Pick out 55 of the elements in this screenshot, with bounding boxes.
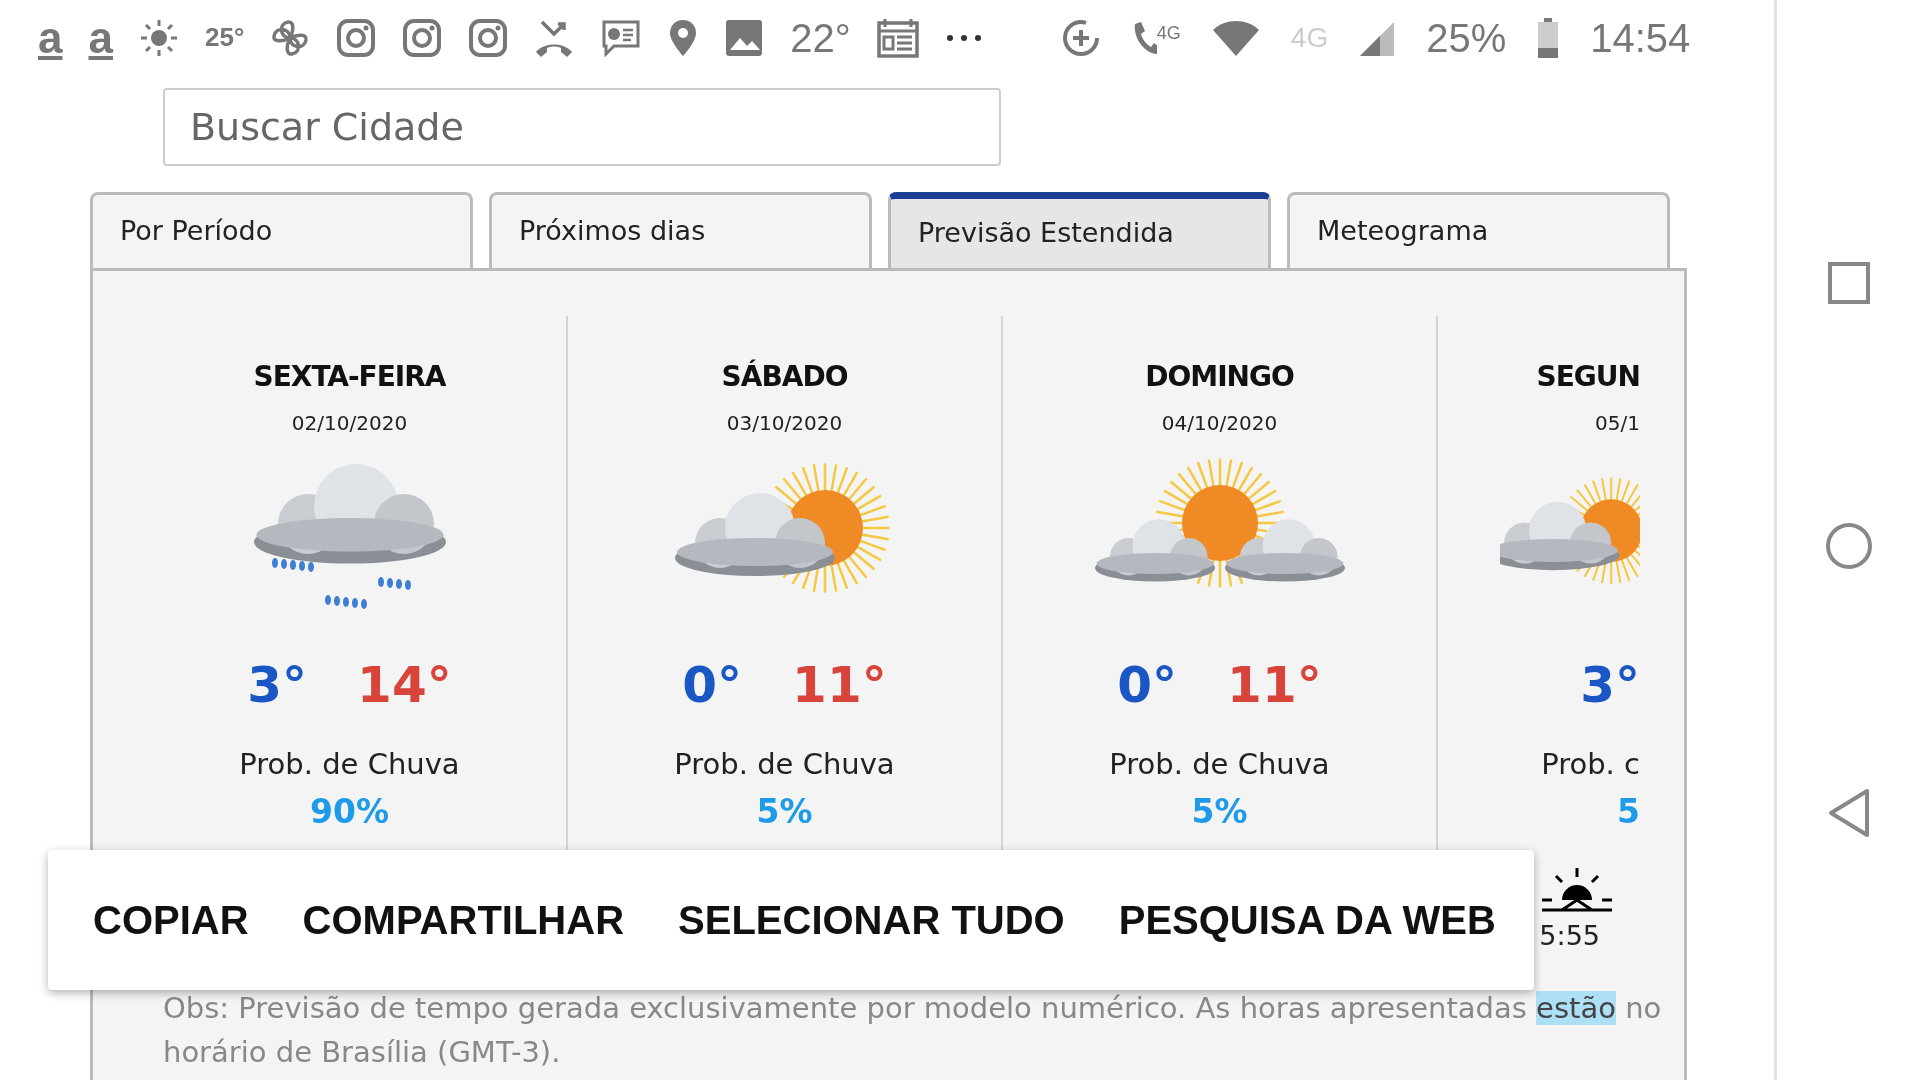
tab[interactable]: Meteograma bbox=[1287, 192, 1670, 268]
note-text: Obs: Previsão de tempo gerada exclusivamente por modelo numérico. As horas apresentadas estão no horário de Brasília (GMT-3). bbox=[162, 990, 1663, 1071]
status-text: 22° bbox=[790, 14, 851, 62]
status-text: 14:54 bbox=[1590, 14, 1691, 62]
rain-probability-label: Prob. de Chuva bbox=[1109, 746, 1330, 783]
max-temperature: 14° bbox=[357, 655, 452, 716]
min-temperature: 3° bbox=[247, 655, 308, 716]
temperature-text: 25° bbox=[204, 21, 245, 54]
day-name: SÁBADO bbox=[721, 358, 848, 395]
recent-apps-icon[interactable] bbox=[1827, 262, 1870, 304]
tab[interactable]: Previsão Estendida bbox=[888, 192, 1271, 268]
back-icon[interactable] bbox=[1826, 788, 1871, 838]
menu-item[interactable]: SELECIONAR TUDO bbox=[651, 880, 1092, 960]
battery-icon bbox=[1536, 17, 1561, 58]
camera-icon bbox=[336, 17, 377, 58]
max-temperature: 11° bbox=[1227, 655, 1322, 716]
data-saver-icon bbox=[1060, 17, 1101, 58]
min-temperature: 3° bbox=[1580, 655, 1640, 716]
date-text: 04/10/2020 bbox=[1161, 410, 1278, 437]
rain-probability-label: Prob. de Chuva bbox=[239, 746, 460, 783]
image-icon bbox=[724, 17, 765, 58]
tab[interactable]: Por Período bbox=[90, 192, 473, 268]
pinwheel-icon bbox=[270, 17, 311, 58]
rain-probability-value: 5% bbox=[756, 790, 813, 833]
day-name: SEXTA-FEIRA bbox=[253, 359, 446, 395]
rain-probability-value: 90% bbox=[310, 790, 389, 833]
rain-probability-label: Prob. de Chuva bbox=[674, 746, 895, 783]
search-field[interactable]: Buscar Cidade bbox=[163, 88, 1001, 166]
status-text: 25% bbox=[1426, 14, 1507, 62]
menu-item[interactable]: COPIAR bbox=[66, 880, 276, 960]
network-type-text: 4G bbox=[1156, 21, 1181, 45]
home-icon[interactable] bbox=[1824, 522, 1873, 570]
more-icon bbox=[944, 32, 983, 43]
day-name: DOMINGO bbox=[1145, 359, 1294, 395]
tab[interactable]: Próximos dias bbox=[489, 192, 872, 268]
min-temperature: 0° bbox=[682, 655, 743, 716]
app-letter-icon: a bbox=[88, 15, 113, 60]
location-pin-icon bbox=[668, 17, 699, 58]
camera-icon bbox=[402, 17, 443, 58]
camera-icon bbox=[468, 17, 509, 58]
date-text: 02/10/2020 bbox=[291, 410, 408, 437]
min-temperature: 0° bbox=[1117, 655, 1178, 716]
max-temperature: 11° bbox=[792, 655, 887, 716]
date-text: 05/1 bbox=[1595, 410, 1640, 437]
rain-probability-label: Prob. c bbox=[1541, 746, 1640, 783]
rain-probability-value: 5 bbox=[1617, 790, 1640, 833]
calendar-icon bbox=[876, 17, 919, 58]
sunrise-time: 5:55 bbox=[1539, 919, 1600, 953]
menu-item[interactable]: COMPARTILHAR bbox=[275, 880, 652, 960]
menu-item[interactable]: PESQUISA DA WEB bbox=[1091, 880, 1523, 960]
day-name: SEGUN bbox=[1536, 359, 1640, 395]
rain-probability-value: 5% bbox=[1191, 790, 1248, 833]
sun-icon bbox=[138, 17, 179, 58]
app-letter-icon: a bbox=[38, 15, 63, 60]
date-text: 03/10/2020 bbox=[726, 410, 843, 437]
